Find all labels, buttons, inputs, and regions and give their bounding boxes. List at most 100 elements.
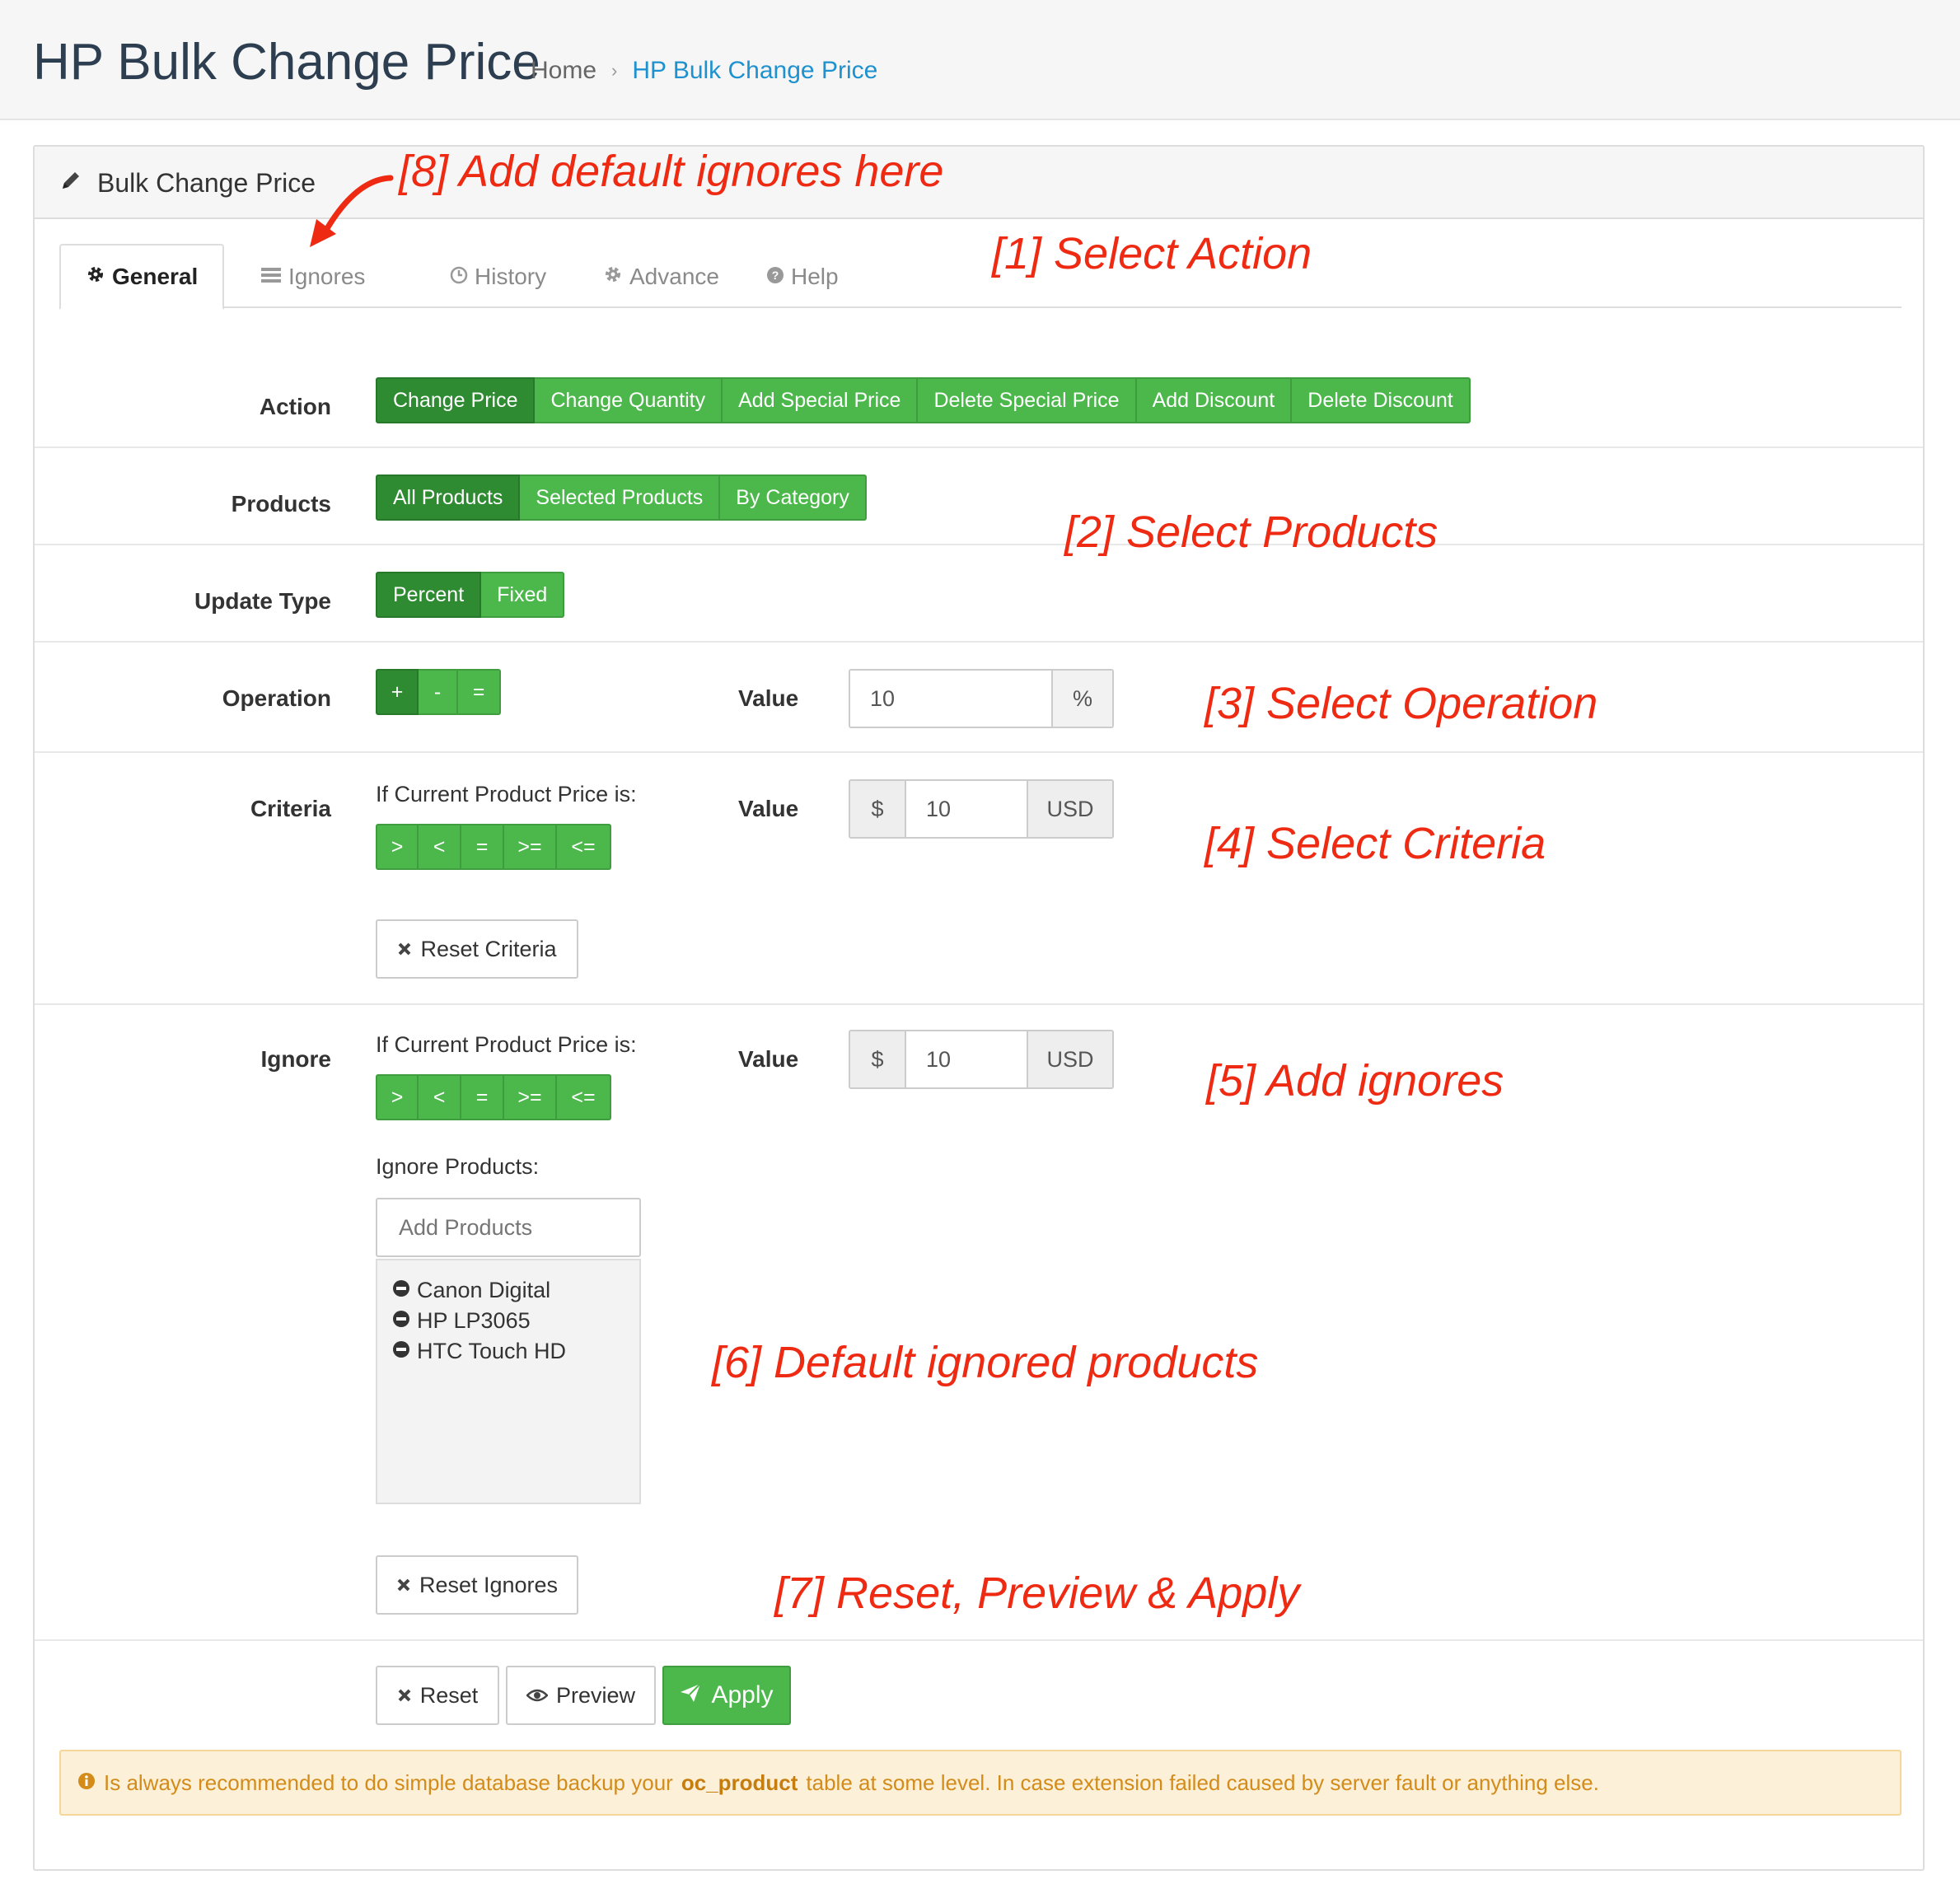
products-selected-button[interactable]: Selected Products (520, 475, 721, 521)
breadcrumb-separator: › (611, 60, 618, 81)
list-icon (260, 245, 282, 309)
percent-addon: % (1051, 671, 1112, 727)
list-item: HTC Touch HD (392, 1336, 624, 1367)
criteria-gt-button[interactable]: > (376, 824, 419, 870)
minus-circle-icon[interactable] (392, 1275, 410, 1306)
apply-button[interactable]: Apply (662, 1666, 791, 1725)
ignore-label: Ignore (260, 1046, 331, 1072)
products-by-category-button[interactable]: By Category (720, 475, 867, 521)
tab-general[interactable]: General (59, 244, 225, 310)
row-divider (35, 1639, 1923, 1641)
tab-help-label: Help (791, 264, 839, 289)
criteria-eq-button[interactable]: = (461, 824, 504, 870)
annotation-5: [5] Add ignores (1206, 1056, 1504, 1106)
reset-ignores-button[interactable]: Reset Ignores (376, 1555, 578, 1615)
minus-circle-icon[interactable] (392, 1336, 410, 1367)
operation-label: Operation (222, 685, 331, 711)
page-title: HP Bulk Change Price (33, 34, 540, 91)
action-change-price-button[interactable]: Change Price (376, 377, 536, 423)
preview-button[interactable]: Preview (506, 1666, 656, 1725)
breadcrumb-home[interactable]: Home (531, 53, 596, 89)
action-change-quantity-button[interactable]: Change Quantity (535, 377, 723, 423)
ignored-product-name: HTC Touch HD (417, 1339, 567, 1363)
criteria-lte-button[interactable]: <= (557, 824, 611, 870)
minus-circle-icon[interactable] (392, 1306, 410, 1336)
reset-button[interactable]: Reset (376, 1666, 499, 1725)
criteria-gte-button[interactable]: >= (504, 824, 557, 870)
ignored-products-list: Canon Digital HP LP3065 HTC Touch HD (376, 1259, 641, 1504)
gear-icon (86, 245, 105, 309)
send-icon (680, 1681, 702, 1709)
svg-text:?: ? (772, 269, 779, 282)
usd-addon: USD (1027, 1031, 1112, 1087)
products-all-button[interactable]: All Products (376, 475, 521, 521)
dollar-addon: $ (850, 781, 906, 837)
annotation-8: [8] Add default ignores here (399, 147, 944, 196)
page-header: HP Bulk Change Price Home › HP Bulk Chan… (0, 0, 1960, 120)
reset-criteria-button[interactable]: Reset Criteria (376, 919, 578, 979)
criteria-label: Criteria (250, 796, 331, 821)
ignore-gte-button[interactable]: >= (504, 1074, 557, 1120)
ignore-lt-button[interactable]: < (419, 1074, 461, 1120)
ignore-value-label: Value (738, 1046, 799, 1072)
ignore-lte-button[interactable]: <= (557, 1074, 611, 1120)
operation-value-input[interactable] (850, 671, 1051, 727)
ignore-value-group: $ USD (849, 1030, 1114, 1089)
list-item: Canon Digital (392, 1275, 624, 1306)
reset-criteria-label: Reset Criteria (420, 936, 557, 961)
alert-table-name: oc_product (681, 1769, 798, 1795)
backup-warning-alert: Is always recommended to do simple datab… (59, 1750, 1902, 1816)
annotation-3: [3] Select Operation (1205, 679, 1598, 728)
action-add-special-price-button[interactable]: Add Special Price (723, 377, 919, 423)
panel-title-text: Bulk Change Price (97, 168, 316, 198)
operation-minus-button[interactable]: - (419, 669, 458, 715)
update-type-fixed-button[interactable]: Fixed (481, 572, 565, 618)
ignored-product-name: Canon Digital (417, 1278, 551, 1302)
products-label: Products (231, 491, 331, 517)
row-divider (35, 641, 1923, 643)
row-divider (35, 446, 1923, 448)
close-icon (397, 1683, 412, 1709)
operation-value-label: Value (738, 685, 799, 711)
annotation-4: [4] Select Criteria (1205, 819, 1546, 868)
question-icon: ? (766, 245, 784, 309)
ignore-products-label: Ignore Products: (376, 1154, 540, 1179)
add-products-input[interactable] (376, 1198, 641, 1257)
ignore-gt-button[interactable]: > (376, 1074, 419, 1120)
pencil-icon (59, 163, 82, 203)
tab-advance-label: Advance (629, 264, 719, 289)
close-icon (397, 937, 412, 962)
products-button-group: All Products Selected Products By Catego… (376, 475, 867, 521)
ignore-value-input[interactable] (906, 1031, 1027, 1087)
breadcrumb-current[interactable]: HP Bulk Change Price (632, 53, 877, 89)
tab-help[interactable]: ? Help (748, 244, 857, 310)
dollar-addon: $ (850, 1031, 906, 1087)
list-item: HP LP3065 (392, 1306, 624, 1336)
tab-history[interactable]: History (432, 244, 564, 310)
criteria-value-input[interactable] (906, 781, 1027, 837)
action-delete-special-price-button[interactable]: Delete Special Price (918, 377, 1137, 423)
action-label: Action (259, 394, 331, 419)
criteria-value-group: $ USD (849, 779, 1114, 839)
update-type-percent-button[interactable]: Percent (376, 572, 482, 618)
panel-title: Bulk Change Price (59, 163, 316, 203)
annotation-1: [1] Select Action (992, 229, 1312, 278)
operation-value-group: % (849, 669, 1114, 728)
action-delete-discount-button[interactable]: Delete Discount (1292, 377, 1471, 423)
alert-text-after: table at some level. In case extension f… (806, 1769, 1599, 1795)
tab-general-label: General (112, 264, 199, 289)
annotation-2: [2] Select Products (1064, 507, 1438, 557)
operation-plus-button[interactable]: + (376, 669, 419, 715)
reset-label: Reset (419, 1682, 479, 1708)
tab-advance[interactable]: Advance (585, 244, 737, 310)
reset-ignores-label: Reset Ignores (419, 1572, 559, 1597)
action-add-discount-button[interactable]: Add Discount (1136, 377, 1293, 423)
ignore-eq-button[interactable]: = (461, 1074, 504, 1120)
operation-equals-button[interactable]: = (458, 669, 501, 715)
update-type-label: Update Type (194, 588, 331, 614)
annotation-arrow-icon (310, 175, 394, 247)
criteria-lt-button[interactable]: < (419, 824, 461, 870)
breadcrumb: Home › HP Bulk Change Price (531, 53, 877, 89)
row-divider (35, 544, 1923, 545)
close-icon (396, 1573, 411, 1598)
